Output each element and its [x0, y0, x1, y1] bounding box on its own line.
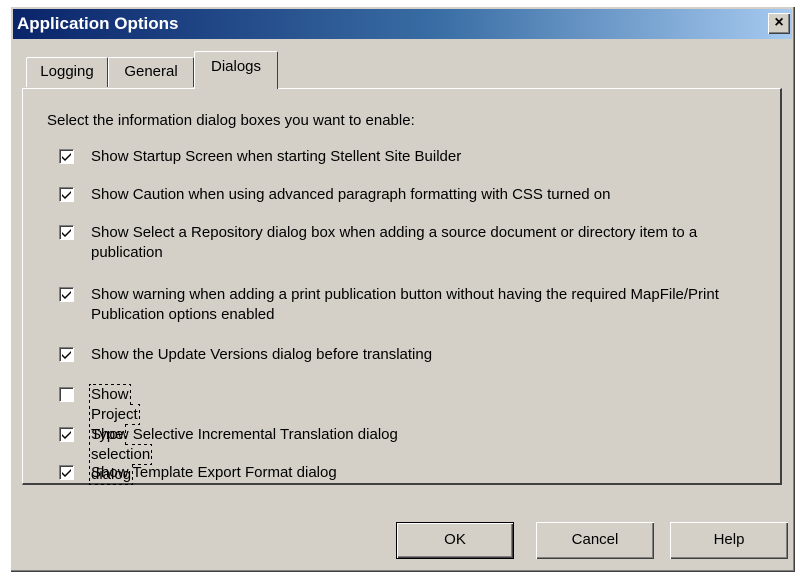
- startup-screen-checkbox[interactable]: [59, 149, 74, 164]
- print-publication-warning-checkbox[interactable]: [59, 287, 74, 302]
- print-publication-warning-label: Show warning when adding a print publica…: [91, 286, 719, 323]
- checkmark-icon: [62, 351, 71, 359]
- tab-general[interactable]: General: [108, 57, 194, 87]
- window-title: Application Options: [17, 14, 179, 33]
- intro-text: Select the information dialog boxes you …: [47, 112, 415, 129]
- css-caution-checkbox[interactable]: [59, 187, 74, 202]
- close-icon: ×: [774, 14, 784, 31]
- checkmark-icon: [62, 229, 71, 237]
- select-repository-checkbox[interactable]: [59, 225, 74, 240]
- checkmark-icon: [62, 469, 71, 477]
- title-bar: Application Options ×: [13, 9, 792, 39]
- incremental-translation-checkbox[interactable]: [59, 427, 74, 442]
- help-button[interactable]: Help: [670, 522, 788, 559]
- template-export-label: Show Template Export Format dialog: [91, 464, 337, 481]
- tab-logging-label: Logging: [40, 63, 94, 80]
- checkmark-icon: [62, 191, 71, 199]
- tab-dialogs-label: Dialogs: [210, 58, 262, 75]
- tab-logging[interactable]: Logging: [26, 57, 108, 87]
- tab-dialogs[interactable]: Dialogs: [194, 51, 278, 89]
- tab-general-label: General: [124, 63, 178, 80]
- dialogs-tab-panel: Select the information dialog boxes you …: [22, 88, 782, 485]
- checkmark-icon: [62, 153, 71, 161]
- checkmark-icon: [62, 431, 71, 439]
- incremental-translation-label: Show Selective Incremental Translation d…: [91, 426, 398, 443]
- checkmark-icon: [62, 291, 71, 299]
- template-export-checkbox[interactable]: [59, 465, 74, 480]
- cancel-button[interactable]: Cancel: [536, 522, 654, 559]
- project-type-checkbox[interactable]: [59, 387, 74, 402]
- close-button[interactable]: ×: [768, 13, 790, 34]
- select-repository-label: Show Select a Repository dialog box when…: [91, 224, 698, 261]
- startup-screen-label: Show Startup Screen when starting Stelle…: [91, 148, 462, 165]
- css-caution-label: Show Caution when using advanced paragra…: [91, 186, 611, 203]
- update-versions-checkbox[interactable]: [59, 347, 74, 362]
- ok-button[interactable]: OK: [396, 522, 514, 559]
- update-versions-label: Show the Update Versions dialog before t…: [91, 346, 433, 363]
